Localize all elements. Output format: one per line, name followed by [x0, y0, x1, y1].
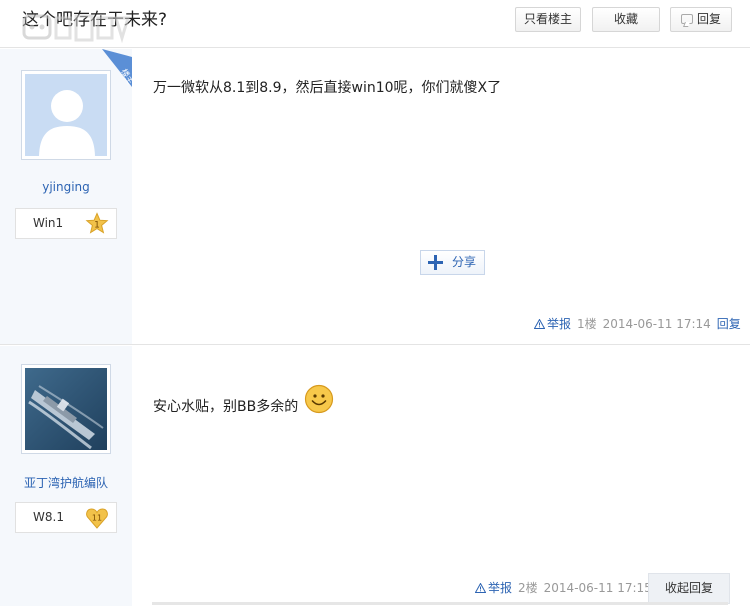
username[interactable]: 亚丁湾护航编队: [0, 474, 132, 491]
warning-icon: [475, 583, 486, 593]
avatar[interactable]: [21, 364, 111, 454]
share-label: 分享: [452, 255, 477, 269]
post-time: 2014-06-11 17:15: [543, 581, 652, 595]
op-badge: 楼主: [102, 49, 132, 87]
floor-number: 2楼: [518, 581, 538, 595]
favorite-button[interactable]: 收藏: [592, 7, 660, 32]
avatar[interactable]: [21, 70, 111, 160]
author-sidebar: 亚丁湾护航编队 W8.1 11: [0, 346, 132, 606]
plus-icon: [428, 255, 443, 270]
warning-icon: [534, 319, 545, 329]
svg-text:11: 11: [92, 514, 102, 523]
star-level-icon: 1: [85, 212, 109, 234]
heart-level-icon: 11: [86, 508, 108, 529]
level-name: W8.1: [33, 510, 64, 524]
floor-number: 1楼: [577, 317, 597, 331]
report-link[interactable]: 举报: [534, 316, 571, 332]
post-meta: 举报 1楼 2014-06-11 17:14 回复: [534, 316, 741, 332]
reply-link[interactable]: 回复: [717, 316, 741, 332]
post-floor-1: 楼主 yjinging Win1 1 万一微软从8.1到8.9，然后直接win1…: [0, 49, 750, 345]
level-badge[interactable]: Win1 1: [15, 208, 117, 239]
post-floor-2: 亚丁湾护航编队 W8.1 11 安心水贴，别BB多余的 举报 2楼 2014-06…: [0, 346, 750, 606]
reply-button[interactable]: 回复: [670, 7, 732, 32]
share-button[interactable]: 分享: [420, 250, 485, 275]
thread-header: 这个吧存在于未来? 只看楼主 收藏 回复: [0, 0, 750, 48]
username[interactable]: yjinging: [0, 180, 132, 194]
ship-avatar: [25, 368, 107, 450]
level-badge[interactable]: W8.1 11: [15, 502, 117, 533]
collapse-replies-button[interactable]: 收起回复: [648, 573, 730, 604]
only-op-button[interactable]: 只看楼主: [515, 7, 581, 32]
reply-icon: [680, 14, 693, 24]
post-meta: 举报 2楼 2014-06-11 17:15: [475, 580, 658, 596]
reply-area-divider: [152, 602, 728, 605]
post-content: 万一微软从8.1到8.9，然后直接win10呢，你们就傻X了: [153, 80, 502, 96]
smiley-emoji: [304, 384, 333, 414]
post-content: 安心水贴，别BB多余的: [153, 384, 334, 417]
thread-title: 这个吧存在于未来?: [22, 10, 168, 30]
author-sidebar: 楼主 yjinging Win1 1: [0, 49, 132, 344]
reply-button-label: 回复: [696, 12, 721, 26]
post-content-text: 安心水贴，别BB多余的: [153, 399, 299, 415]
level-name: Win1: [33, 216, 64, 230]
svg-text:1: 1: [94, 221, 100, 231]
default-avatar: [25, 74, 107, 156]
report-link[interactable]: 举报: [475, 580, 512, 596]
report-label: 举报: [488, 581, 513, 595]
report-label: 举报: [547, 317, 572, 331]
post-time: 2014-06-11 17:14: [602, 317, 711, 331]
